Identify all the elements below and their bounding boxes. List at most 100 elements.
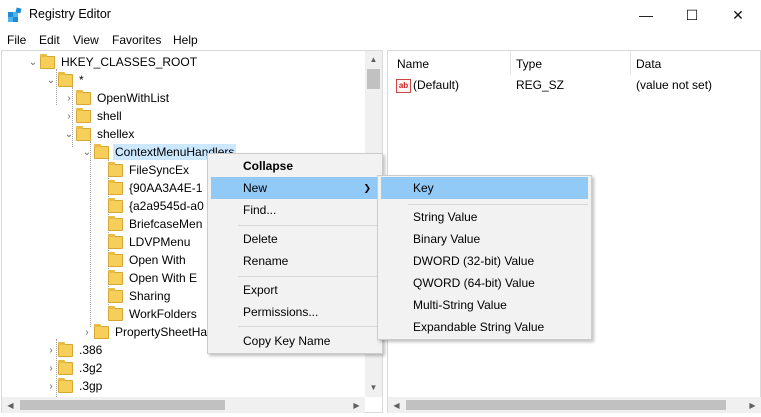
tree-line bbox=[90, 141, 91, 327]
tree-item-child[interactable]: {a2a9545d-a0 bbox=[108, 197, 206, 215]
menu-item-key[interactable]: Key bbox=[381, 177, 588, 199]
column-divider[interactable] bbox=[630, 51, 631, 75]
tree-item-child[interactable]: LDVPMenu bbox=[108, 233, 192, 251]
menu-item-collapse[interactable]: Collapse bbox=[211, 155, 379, 177]
tree-item-label: .386 bbox=[79, 343, 103, 357]
folder-icon bbox=[108, 287, 123, 303]
expand-chevron-icon[interactable]: › bbox=[44, 359, 58, 377]
tree-item-child[interactable]: Open With bbox=[108, 251, 188, 269]
scroll-thumb[interactable] bbox=[406, 400, 726, 410]
minimize-button[interactable]: — bbox=[623, 0, 669, 30]
menu-item-new[interactable]: New ❯ bbox=[211, 177, 379, 199]
tree-item-propertysheethandlers[interactable]: › PropertySheetHa bbox=[80, 323, 209, 341]
title-bar: Registry Editor — ☐ ✕ bbox=[0, 0, 761, 30]
tree-item-label: {a2a9545d-a0 bbox=[129, 199, 204, 213]
tree-item-shell[interactable]: › shell bbox=[62, 107, 124, 125]
expand-chevron-icon[interactable]: › bbox=[62, 107, 76, 125]
tree-item-openwithlist[interactable]: › OpenWithList bbox=[62, 89, 171, 107]
menu-edit[interactable]: Edit bbox=[39, 33, 60, 47]
folder-icon bbox=[108, 233, 123, 249]
menu-help[interactable]: Help bbox=[173, 33, 198, 47]
column-header-name[interactable]: Name bbox=[397, 57, 429, 71]
context-menu: Collapse New ❯ Find... Delete Rename Exp… bbox=[207, 153, 383, 354]
collapse-chevron-icon[interactable]: ⌄ bbox=[26, 53, 40, 71]
menu-item-permissions[interactable]: Permissions... bbox=[211, 301, 379, 323]
folder-icon bbox=[58, 71, 73, 87]
menu-item-expandable-string-value[interactable]: Expandable String Value bbox=[381, 316, 588, 338]
menu-item-label: New bbox=[243, 181, 268, 195]
value-type: REG_SZ bbox=[516, 78, 565, 92]
collapse-chevron-icon[interactable]: ⌄ bbox=[62, 125, 76, 143]
tree-item-child[interactable]: FileSyncEx bbox=[108, 161, 191, 179]
scroll-down-arrow-icon[interactable]: ▼ bbox=[365, 379, 382, 396]
maximize-button[interactable]: ☐ bbox=[669, 0, 715, 30]
tree-item-star[interactable]: ⌄ * bbox=[44, 71, 86, 89]
folder-icon bbox=[108, 251, 123, 267]
list-horizontal-scrollbar[interactable]: ◀ ▶ bbox=[388, 397, 761, 413]
scroll-up-arrow-icon[interactable]: ▲ bbox=[365, 51, 382, 68]
close-button[interactable]: ✕ bbox=[715, 0, 761, 30]
new-submenu: Key String Value Binary Value DWORD (32-… bbox=[377, 175, 592, 340]
menu-item-rename[interactable]: Rename bbox=[211, 250, 379, 272]
column-header-data[interactable]: Data bbox=[636, 57, 661, 71]
folder-icon bbox=[76, 107, 91, 123]
menu-item-string-value[interactable]: String Value bbox=[381, 206, 588, 228]
submenu-arrow-icon: ❯ bbox=[363, 182, 371, 193]
menu-view[interactable]: View bbox=[73, 33, 99, 47]
expand-chevron-icon[interactable]: › bbox=[62, 89, 76, 107]
scroll-right-arrow-icon[interactable]: ▶ bbox=[348, 397, 365, 413]
tree-item-label: Sharing bbox=[129, 289, 171, 303]
tree-item-label: PropertySheetHa bbox=[115, 325, 208, 339]
menu-item-export[interactable]: Export bbox=[211, 279, 379, 301]
tree-item-3g2[interactable]: › .3g2 bbox=[44, 359, 104, 377]
tree-item-label: Open With bbox=[129, 253, 186, 267]
tree-item-label: LDVPMenu bbox=[129, 235, 191, 249]
tree-item-label: BriefcaseMen bbox=[129, 217, 203, 231]
collapse-chevron-icon[interactable]: ⌄ bbox=[80, 143, 94, 161]
menu-bar: File Edit View Favorites Help bbox=[0, 30, 761, 50]
tree-item-label: WorkFolders bbox=[129, 307, 197, 321]
column-header-type[interactable]: Type bbox=[516, 57, 542, 71]
menu-item-copy-key-name[interactable]: Copy Key Name bbox=[211, 330, 379, 352]
collapse-chevron-icon[interactable]: ⌄ bbox=[44, 71, 58, 89]
tree-item-3gp[interactable]: › .3gp bbox=[44, 377, 104, 395]
tree-item-child[interactable]: Sharing bbox=[108, 287, 172, 305]
value-name[interactable]: (Default) bbox=[413, 78, 459, 92]
folder-icon bbox=[108, 305, 123, 321]
menu-item-multi-string-value[interactable]: Multi-String Value bbox=[381, 294, 588, 316]
menu-favorites[interactable]: Favorites bbox=[112, 33, 161, 47]
expand-chevron-icon[interactable]: › bbox=[44, 377, 58, 395]
scroll-thumb[interactable] bbox=[367, 69, 380, 89]
menu-item-qword-value[interactable]: QWORD (64-bit) Value bbox=[381, 272, 588, 294]
tree-item-child[interactable]: Open With E bbox=[108, 269, 199, 287]
column-divider[interactable] bbox=[510, 51, 511, 75]
folder-icon bbox=[94, 323, 109, 339]
tree-item-386[interactable]: › .386 bbox=[44, 341, 104, 359]
folder-icon bbox=[108, 161, 123, 177]
tree-item-child[interactable]: {90AA3A4E-1 bbox=[108, 179, 204, 197]
scroll-left-arrow-icon[interactable]: ◀ bbox=[2, 397, 19, 413]
scroll-thumb[interactable] bbox=[20, 400, 225, 410]
tree-item-label: .3gp bbox=[79, 379, 103, 393]
tree-item-label: .3g2 bbox=[79, 361, 103, 375]
menu-item-binary-value[interactable]: Binary Value bbox=[381, 228, 588, 250]
tree-horizontal-scrollbar[interactable]: ◀ ▶ bbox=[2, 397, 365, 413]
folder-icon bbox=[108, 215, 123, 231]
menu-item-find[interactable]: Find... bbox=[211, 199, 379, 221]
menu-file[interactable]: File bbox=[7, 33, 26, 47]
expand-chevron-icon[interactable]: › bbox=[80, 323, 94, 341]
scroll-left-arrow-icon[interactable]: ◀ bbox=[388, 397, 405, 413]
menu-separator bbox=[408, 204, 588, 205]
tree-item-child[interactable]: BriefcaseMen bbox=[108, 215, 204, 233]
tree-item-label: shellex bbox=[97, 127, 135, 141]
tree-item-child[interactable]: WorkFolders bbox=[108, 305, 199, 323]
menu-item-dword-value[interactable]: DWORD (32-bit) Value bbox=[381, 250, 588, 272]
scroll-right-arrow-icon[interactable]: ▶ bbox=[744, 397, 761, 413]
expand-chevron-icon[interactable]: › bbox=[44, 341, 58, 359]
folder-icon bbox=[76, 125, 91, 141]
tree-item-hkcr[interactable]: ⌄ HKEY_CLASSES_ROOT bbox=[26, 53, 199, 71]
folder-icon bbox=[108, 269, 123, 285]
value-data: (value not set) bbox=[636, 78, 713, 92]
tree-item-shellex[interactable]: ⌄ shellex bbox=[62, 125, 136, 143]
menu-item-delete[interactable]: Delete bbox=[211, 228, 379, 250]
